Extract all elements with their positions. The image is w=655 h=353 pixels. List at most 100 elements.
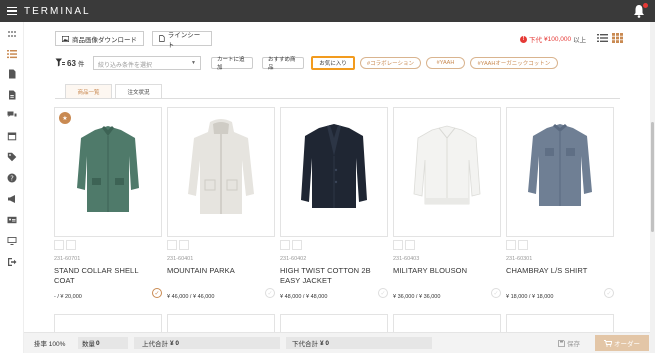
product-card[interactable]: ★ 231-60701 STAND COLLAR SHELL COAT - / … (54, 107, 162, 309)
lower-total-value: ¥ 0 (320, 339, 330, 347)
filter-icon[interactable] (55, 58, 65, 67)
color-swatch[interactable] (506, 240, 516, 250)
sidebar-item-calendar[interactable] (6, 130, 18, 142)
sidebar-item-file[interactable] (6, 89, 18, 101)
sidebar-item-list[interactable] (6, 48, 18, 60)
upper-total-value: ¥ 0 (170, 339, 180, 347)
product-card[interactable]: 231-60401 MOUNTAIN PARKA ¥ 46,000 / ¥ 46… (167, 107, 275, 309)
product-card-partial[interactable] (280, 314, 388, 332)
chip-tag-collab[interactable]: #コラボレーション (360, 57, 421, 69)
select-check-icon[interactable]: ✓ (265, 288, 275, 298)
product-card-partial[interactable] (54, 314, 162, 332)
help-icon: ? (7, 173, 17, 183)
color-swatches (167, 240, 189, 250)
color-swatches (54, 240, 76, 250)
product-name[interactable]: MOUNTAIN PARKA (167, 266, 272, 276)
result-count: 63 件 (67, 58, 84, 68)
color-swatch[interactable] (292, 240, 302, 250)
tab-divider (55, 98, 620, 99)
product-image[interactable] (167, 107, 275, 237)
save-button[interactable]: 保存 (558, 337, 580, 349)
product-image[interactable] (506, 107, 614, 237)
calendar-icon (7, 132, 17, 141)
tag-icon (7, 152, 17, 162)
linesheet-button[interactable]: ラインシート (152, 31, 212, 49)
select-check-icon[interactable]: ✓ (378, 288, 388, 298)
product-price: ¥ 36,000 / ¥ 36,000 (393, 294, 441, 300)
color-swatch[interactable] (179, 240, 189, 250)
save-label: 保存 (567, 341, 580, 348)
narrow-filter-select[interactable]: 絞り込み条件を選択 ▼ (93, 56, 201, 70)
chip-recommended[interactable]: おすすめ商品 (262, 57, 304, 71)
quantity-label: 数量 (82, 341, 95, 348)
product-name[interactable]: STAND COLLAR SHELL COAT (54, 266, 159, 286)
sheet-icon (159, 35, 165, 42)
color-swatch[interactable] (405, 240, 415, 250)
product-name[interactable]: CHAMBRAY L/S SHIRT (506, 266, 611, 276)
product-image[interactable] (54, 107, 162, 237)
product-card-partial[interactable] (506, 314, 614, 332)
favorite-star-icon[interactable]: ★ (59, 112, 71, 124)
color-swatch[interactable] (54, 240, 64, 250)
product-card[interactable]: 231-60301 CHAMBRAY L/S SHIRT ¥ 18,000 / … (506, 107, 614, 309)
select-check-icon[interactable]: ✓ (152, 288, 162, 298)
select-check-icon[interactable]: ✓ (604, 288, 614, 298)
color-swatch[interactable] (280, 240, 290, 250)
color-swatch[interactable] (66, 240, 76, 250)
sidebar-item-grid[interactable] (6, 28, 18, 40)
menu-icon[interactable] (7, 7, 17, 15)
product-price: - / ¥ 20,000 (54, 294, 82, 300)
product-price: ¥ 46,000 / ¥ 46,000 (167, 294, 215, 300)
order-button[interactable]: オーダー (595, 335, 649, 351)
sidebar-item-tag[interactable] (6, 151, 18, 163)
sidebar-item-announce[interactable] (6, 193, 18, 205)
product-card-partial[interactable] (167, 314, 275, 332)
logout-icon (8, 258, 17, 266)
select-check-icon[interactable]: ✓ (491, 288, 501, 298)
scrollbar[interactable] (650, 22, 655, 353)
tab-products[interactable]: 商品一覧 (65, 84, 112, 99)
app-brand: TERMINAL (24, 5, 91, 17)
sidebar-item-document[interactable] (6, 68, 18, 80)
product-name[interactable]: HIGH TWIST COTTON 2B EASY JACKET (280, 266, 385, 286)
product-image[interactable] (280, 107, 388, 237)
jacket-image (301, 124, 367, 208)
image-download-label: 商品画像ダウンロード (72, 36, 137, 44)
tab-orders[interactable]: 注文状況 (115, 84, 162, 99)
svg-text:?: ? (10, 174, 14, 182)
product-code: 231-60301 (506, 256, 533, 262)
color-swatch[interactable] (393, 240, 403, 250)
sidebar-item-card[interactable] (6, 214, 18, 226)
color-swatch[interactable] (167, 240, 177, 250)
coat-image (77, 126, 139, 212)
product-card[interactable]: 231-60402 HIGH TWIST COTTON 2B EASY JACK… (280, 107, 388, 309)
chip-cart[interactable]: カートに追加 (211, 57, 253, 71)
chip-tag-organic[interactable]: #YAAHオーガニックコットン (470, 57, 558, 69)
product-image[interactable] (393, 107, 501, 237)
product-name[interactable]: MILITARY BLOUSON (393, 266, 498, 276)
product-code: 231-60403 (393, 256, 420, 262)
chat-icon (7, 111, 17, 117)
result-count-unit: 件 (77, 61, 85, 68)
sidebar-item-logout[interactable] (6, 256, 18, 268)
product-price: ¥ 18,000 / ¥ 18,000 (506, 294, 554, 300)
price-note-amount: ¥100,000 (544, 35, 572, 43)
grid-view-icon[interactable] (612, 33, 623, 43)
scrollbar-thumb[interactable] (651, 122, 654, 232)
color-swatches (506, 240, 528, 250)
chip-tag-yaah[interactable]: #YAAH (426, 57, 465, 69)
upper-total-label: 上代合計 (142, 341, 168, 348)
chip-favorite[interactable]: お気に入り (311, 56, 355, 70)
product-code: 231-60701 (54, 256, 81, 262)
list-view-icon[interactable] (597, 33, 608, 43)
price-note-label: 下代 (529, 37, 542, 44)
blouson-image (413, 125, 481, 205)
sidebar-item-monitor[interactable] (6, 235, 18, 247)
color-swatch[interactable] (518, 240, 528, 250)
alert-icon: ! (520, 35, 527, 43)
sidebar-item-help[interactable]: ? (6, 172, 18, 184)
product-card[interactable]: 231-60403 MILITARY BLOUSON ¥ 36,000 / ¥ … (393, 107, 501, 309)
image-download-button[interactable]: 商品画像ダウンロード (55, 31, 144, 46)
product-card-partial[interactable] (393, 314, 501, 332)
sidebar-item-chat[interactable] (6, 109, 18, 121)
